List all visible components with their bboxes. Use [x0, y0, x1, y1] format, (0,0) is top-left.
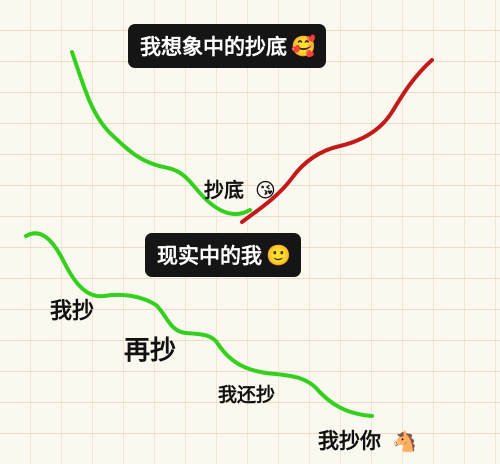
reality-label-1: 我抄 — [50, 299, 95, 324]
reality-label-2: 再抄 — [124, 336, 177, 366]
imagined-caption-text: 我想象中的抄底 — [140, 35, 287, 59]
reality-label-3: 我还抄 — [218, 384, 276, 406]
kissing-face-icon: 😘 — [254, 178, 276, 202]
reality-caption-text: 现实中的我 — [157, 244, 262, 268]
meme-canvas: 我想象中的抄底 🥰 抄底 😘 现实中的我 🙂 我抄 再抄 我还抄 我抄你 🐴 — [0, 0, 500, 464]
reality-label-4: 我抄你 🐴 — [318, 429, 418, 453]
reality-caption: 现实中的我 🙂 — [145, 233, 301, 277]
slightly-smiling-face-icon: 🙂 — [266, 243, 291, 267]
imagined-caption: 我想象中的抄底 🥰 — [128, 24, 326, 68]
imagined-bottom-label-text: 抄底 — [204, 178, 244, 202]
imagined-bottom-label: 抄底 😘 — [204, 174, 276, 203]
horse-icon: 🐴 — [392, 429, 418, 453]
smiling-face-with-hearts-icon: 🥰 — [291, 34, 316, 58]
